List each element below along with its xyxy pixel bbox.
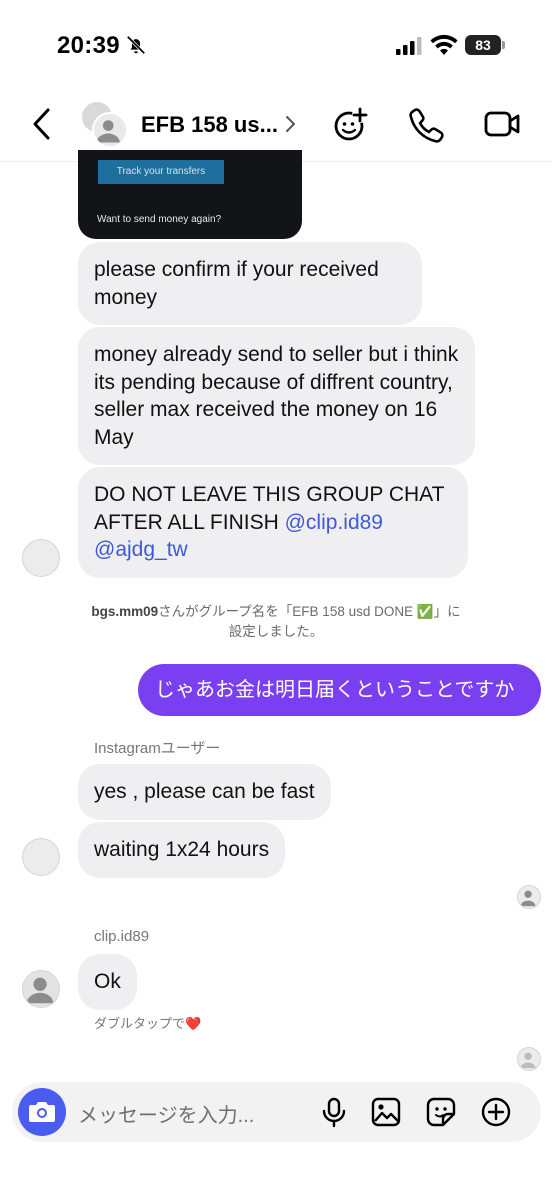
chevron-right-icon[interactable] bbox=[284, 114, 296, 134]
mention-link[interactable]: @clip.id89 bbox=[285, 511, 383, 534]
message-bubble[interactable]: waiting 1x24 hours bbox=[78, 822, 286, 878]
image-caption: Want to send money again? bbox=[97, 214, 222, 225]
video-icon[interactable] bbox=[482, 104, 522, 144]
chat-title[interactable]: EFB 158 us... bbox=[141, 112, 278, 138]
person-icon bbox=[26, 977, 54, 1004]
system-text: 設定しました。 bbox=[228, 624, 324, 639]
system-user[interactable]: bgs.mm09 bbox=[91, 604, 158, 619]
camera-button[interactable] bbox=[18, 1088, 66, 1136]
microphone-icon[interactable] bbox=[318, 1096, 350, 1128]
person-icon bbox=[96, 120, 120, 143]
message-text: DO NOT LEAVE THIS GROUP CHAT AFTER ALL F… bbox=[94, 483, 445, 534]
seen-avatar bbox=[517, 1047, 541, 1071]
message-bubble[interactable]: money already send to seller but i think… bbox=[78, 327, 475, 465]
camera-icon bbox=[29, 1102, 55, 1122]
status-time: 20:39 bbox=[57, 32, 120, 59]
message-bubble[interactable]: yes , please can be fast bbox=[78, 764, 331, 820]
avatar[interactable] bbox=[22, 970, 60, 1008]
mention-link[interactable]: @ajdg_tw bbox=[94, 538, 188, 561]
message-bubble[interactable]: please confirm if your received money bbox=[78, 242, 422, 325]
track-transfers-button: Track your transfers bbox=[98, 160, 224, 184]
sender-name: Instagramユーザー bbox=[94, 740, 221, 757]
person-icon bbox=[520, 890, 536, 907]
image-message[interactable]: Track your transfers Want to send money … bbox=[78, 150, 302, 239]
gallery-icon[interactable] bbox=[370, 1096, 402, 1128]
message-composer: メッセージを入力... bbox=[12, 1082, 541, 1142]
seen-avatar bbox=[517, 885, 541, 909]
person-icon bbox=[520, 1052, 536, 1069]
add-icon[interactable] bbox=[480, 1096, 512, 1128]
sent-message-bubble[interactable]: じゃあお金は明日届くということですか bbox=[138, 664, 541, 716]
sender-name: clip.id89 bbox=[94, 928, 150, 945]
avatar[interactable] bbox=[22, 838, 60, 876]
phone-icon[interactable] bbox=[406, 104, 446, 144]
back-chevron-icon[interactable] bbox=[28, 106, 58, 142]
status-bar: 20:39 83 bbox=[0, 0, 552, 90]
message-bubble[interactable]: DO NOT LEAVE THIS GROUP CHAT AFTER ALL F… bbox=[78, 467, 468, 578]
avatar[interactable] bbox=[22, 539, 60, 577]
battery-icon: 83 bbox=[465, 35, 505, 55]
battery-level: 83 bbox=[465, 35, 501, 55]
double-tap-hint: ダブルタップで❤️ bbox=[94, 1016, 202, 1031]
wifi-icon bbox=[430, 34, 458, 55]
system-message: bgs.mm09さんがグループ名を「EFB 158 usd DONE ✅」に 設… bbox=[0, 602, 552, 642]
group-avatar[interactable] bbox=[80, 100, 130, 150]
bell-slash-icon bbox=[126, 35, 146, 55]
system-text: さんがグループ名を「EFB 158 usd DONE ✅」に bbox=[158, 604, 461, 619]
signal-icon bbox=[396, 37, 422, 55]
message-input[interactable]: メッセージを入力... bbox=[78, 1099, 254, 1128]
add-people-icon[interactable] bbox=[331, 104, 371, 144]
sticker-icon[interactable] bbox=[425, 1096, 457, 1128]
message-bubble[interactable]: Ok bbox=[78, 954, 137, 1010]
